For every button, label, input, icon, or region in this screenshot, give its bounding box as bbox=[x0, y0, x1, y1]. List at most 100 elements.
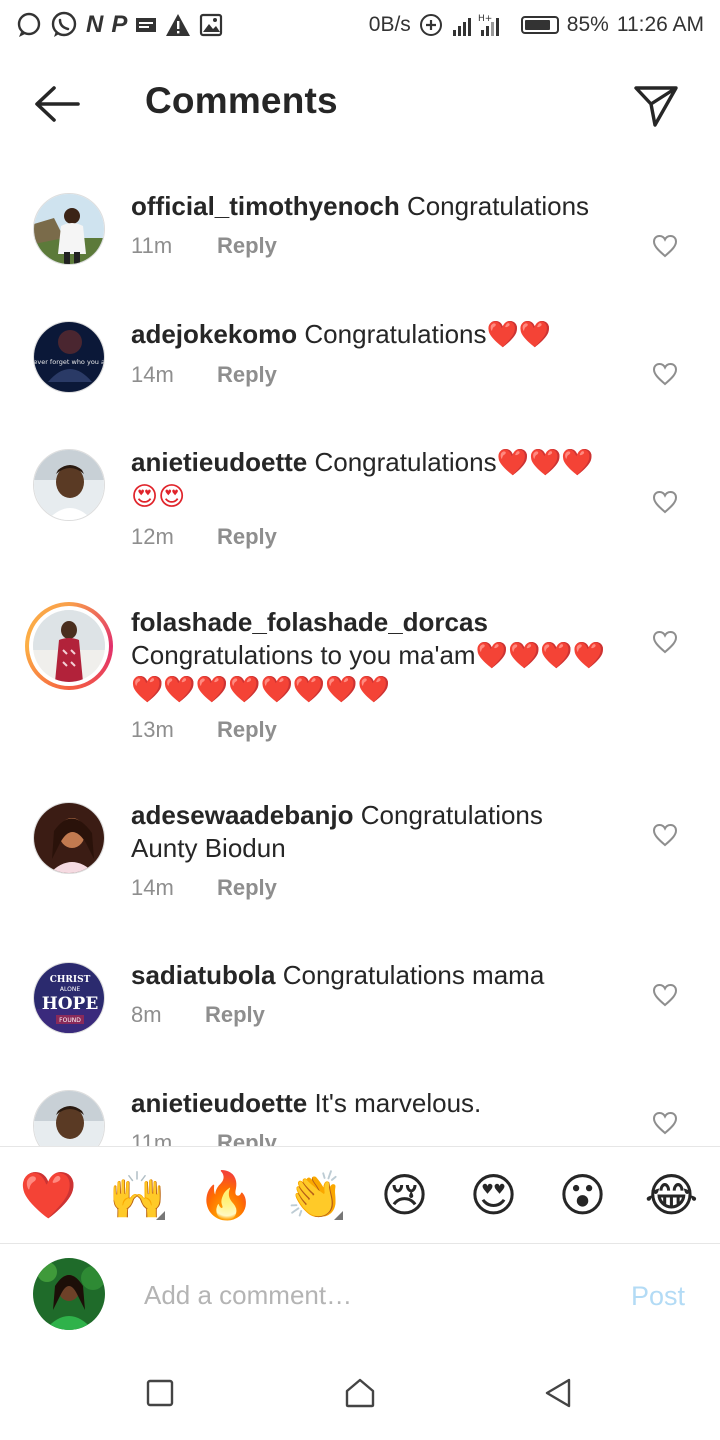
avatar[interactable] bbox=[33, 1090, 105, 1146]
status-bar: N P 0B/s H+ 85% 11:26 AM bbox=[0, 0, 720, 50]
comment-time: 8m bbox=[131, 1002, 162, 1027]
comment-meta: 14m Reply bbox=[131, 362, 610, 388]
sms-icon bbox=[135, 12, 157, 38]
comment-username[interactable]: sadiatubola bbox=[131, 960, 275, 990]
warning-icon bbox=[165, 12, 191, 38]
story-avatar[interactable] bbox=[25, 602, 113, 690]
comment-time: 14m bbox=[131, 362, 174, 387]
comment-text: anietieudoette It's marvelous. bbox=[131, 1087, 610, 1120]
n-app-icon: N bbox=[86, 11, 104, 38]
heart-outline-icon bbox=[652, 983, 678, 1007]
comment-body: It's marvelous. bbox=[314, 1088, 482, 1118]
emoji-surprised-button[interactable]: 😮 bbox=[548, 1160, 618, 1230]
comment-meta: 12m Reply bbox=[131, 524, 610, 550]
system-nav-bar bbox=[0, 1345, 720, 1440]
back-triangle-icon bbox=[545, 1378, 571, 1408]
comment-username[interactable]: folashade_folashade_dorcas bbox=[131, 607, 488, 637]
back-button[interactable] bbox=[30, 80, 82, 128]
avatar[interactable] bbox=[33, 193, 105, 265]
comment-body: Congratulations bbox=[406, 191, 590, 221]
current-user-avatar bbox=[33, 1258, 105, 1330]
comment-text: official_timothyenoch Congratulations bbox=[131, 190, 610, 223]
page-title: Comments bbox=[145, 80, 338, 121]
comment-item: official_timothyenoch Congratulations 11… bbox=[0, 190, 720, 265]
comment-meta: 14m Reply bbox=[131, 875, 610, 901]
reply-button[interactable]: Reply bbox=[217, 717, 277, 743]
comment-text: folashade_folashade_dorcas Congratulatio… bbox=[131, 606, 610, 707]
post-button[interactable]: Post bbox=[631, 1281, 685, 1312]
heart-outline-icon bbox=[652, 490, 678, 514]
heart-outline-icon bbox=[652, 234, 678, 258]
skin-tone-indicator-icon bbox=[155, 1211, 165, 1220]
emoji-heart-eyes-button[interactable]: 😍 bbox=[459, 1160, 529, 1230]
comment-item: CHRIST ALONE HOPE FOUND sadiatubola Congrat… bbox=[0, 959, 720, 1034]
comment-body: Congratulations to you ma'am bbox=[131, 640, 476, 670]
signal-icon: H+ bbox=[451, 12, 513, 38]
battery-level: 85% bbox=[566, 13, 609, 36]
emoji-clap-button[interactable]: 👏 bbox=[281, 1160, 351, 1230]
share-button[interactable] bbox=[628, 78, 684, 134]
skin-tone-indicator-icon bbox=[333, 1211, 343, 1220]
comment-username[interactable]: adejokekomo bbox=[131, 319, 297, 349]
image-icon bbox=[199, 12, 223, 38]
avatar[interactable]: CHRIST ALONE HOPE FOUND bbox=[33, 962, 105, 1034]
heart-outline-icon bbox=[652, 630, 678, 654]
emoji-heart-button[interactable]: ❤️ bbox=[14, 1160, 84, 1230]
comment-text: anietieudoette Congratulations❤️❤️❤️😍😍 bbox=[131, 446, 610, 514]
comment-composer: Post bbox=[0, 1245, 720, 1345]
avatar[interactable]: "Never forget who you are" bbox=[33, 321, 105, 393]
reply-button[interactable]: Reply bbox=[217, 524, 277, 550]
like-button[interactable] bbox=[650, 232, 680, 260]
like-button[interactable] bbox=[650, 821, 680, 849]
comment-username[interactable]: anietieudoette bbox=[131, 447, 307, 477]
recents-square-icon bbox=[146, 1379, 174, 1407]
comment-meta: 13m Reply bbox=[131, 717, 610, 743]
recents-button[interactable] bbox=[140, 1373, 180, 1413]
emoji-laughing-button[interactable]: 😂 bbox=[637, 1160, 707, 1230]
reply-button[interactable]: Reply bbox=[217, 362, 277, 388]
avatar-text-top: CHRIST bbox=[50, 975, 91, 985]
comment-text: sadiatubola Congratulations mama bbox=[131, 959, 610, 992]
heart-outline-icon bbox=[652, 1111, 678, 1135]
comment-username[interactable]: anietieudoette bbox=[131, 1088, 307, 1118]
system-back-button[interactable] bbox=[538, 1373, 578, 1413]
like-button[interactable] bbox=[650, 360, 680, 388]
emoji-fire-button[interactable]: 🔥 bbox=[192, 1160, 262, 1230]
comment-item: folashade_folashade_dorcas Congratulatio… bbox=[0, 602, 720, 743]
avatar[interactable] bbox=[33, 802, 105, 874]
comment-item: adesewaadebanjo Congratulations Aunty Bi… bbox=[0, 799, 720, 901]
comment-username[interactable]: adesewaadebanjo bbox=[131, 800, 354, 830]
home-button[interactable] bbox=[340, 1373, 380, 1413]
avatar-text-bottom: FOUND bbox=[59, 1017, 81, 1024]
comment-input[interactable] bbox=[144, 1275, 604, 1315]
like-button[interactable] bbox=[650, 488, 680, 516]
reply-button[interactable]: Reply bbox=[217, 233, 277, 259]
svg-text:H+: H+ bbox=[478, 14, 492, 24]
like-button[interactable] bbox=[650, 628, 680, 656]
comment-emoji: ❤️❤️ bbox=[486, 320, 552, 350]
comment-item: anietieudoette It's marvelous. 11m Reply bbox=[0, 1087, 720, 1146]
emoji-quick-bar: ❤️ 🙌 🔥 👏 😢 😍 😮 😂 bbox=[0, 1146, 720, 1244]
comment-text: adesewaadebanjo Congratulations Aunty Bi… bbox=[131, 799, 610, 865]
net-speed: 0B/s bbox=[368, 13, 411, 36]
comments-list[interactable]: official_timothyenoch Congratulations 11… bbox=[0, 170, 720, 1146]
avatar[interactable] bbox=[33, 449, 105, 521]
comment-username[interactable]: official_timothyenoch bbox=[131, 191, 400, 221]
comment-time: 13m bbox=[131, 717, 174, 742]
avatar-quote: "Never forget who you are" bbox=[34, 358, 105, 366]
back-arrow-icon bbox=[35, 86, 80, 122]
emoji-crying-button[interactable]: 😢 bbox=[370, 1160, 440, 1230]
emoji-raised-hands-button[interactable]: 🙌 bbox=[103, 1160, 173, 1230]
comment-time: 12m bbox=[131, 524, 174, 549]
reply-button[interactable]: Reply bbox=[217, 875, 277, 901]
like-button[interactable] bbox=[650, 1109, 680, 1137]
reply-button[interactable]: Reply bbox=[217, 1130, 277, 1146]
message-bubble-icon bbox=[16, 12, 42, 38]
reply-button[interactable]: Reply bbox=[205, 1002, 265, 1028]
like-button[interactable] bbox=[650, 981, 680, 1009]
send-icon bbox=[634, 86, 678, 127]
comment-item: anietieudoette Congratulations❤️❤️❤️😍😍 1… bbox=[0, 446, 720, 550]
heart-outline-icon bbox=[652, 362, 678, 386]
comment-item: "Never forget who you are" adejokekomo C… bbox=[0, 318, 720, 393]
whatsapp-icon bbox=[50, 11, 78, 38]
